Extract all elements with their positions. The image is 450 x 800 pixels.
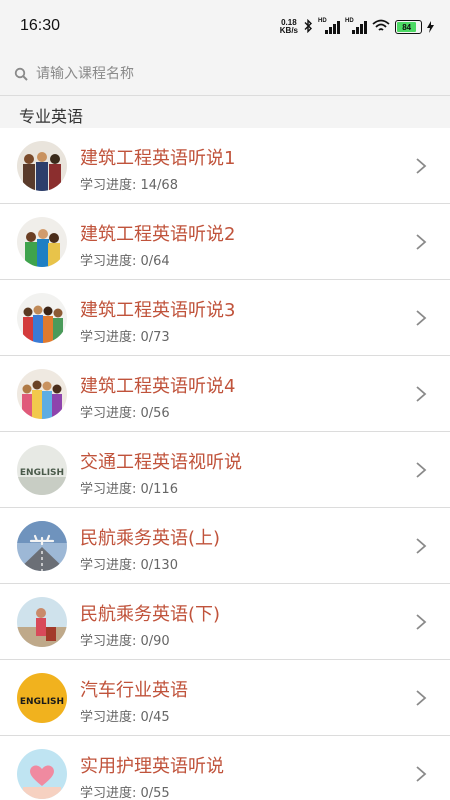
battery-level: 84 bbox=[402, 22, 412, 32]
group-photo-icon bbox=[17, 217, 67, 267]
course-item[interactable]: 建筑工程英语听说4 学习进度: 0/56 bbox=[0, 356, 450, 432]
group-photo-icon bbox=[17, 369, 67, 419]
group-photo-icon bbox=[17, 141, 67, 191]
status-icons: 0.18 KB/s HD HD 84 bbox=[280, 18, 434, 36]
group-photo-icon bbox=[17, 293, 67, 343]
chevron-right-icon bbox=[414, 308, 428, 328]
course-progress: 学习进度: 0/130 bbox=[80, 558, 178, 573]
course-item[interactable]: 实用护理英语听说 学习进度: 0/55 bbox=[0, 736, 450, 800]
course-progress: 学习进度: 0/55 bbox=[80, 786, 170, 800]
industry-english-icon: ENGLISH bbox=[17, 673, 67, 723]
course-progress: 学习进度: 0/73 bbox=[80, 330, 170, 345]
course-title: 民航乘务英语(下) bbox=[80, 604, 221, 625]
course-progress: 学习进度: 0/90 bbox=[80, 634, 170, 649]
course-title: 实用护理英语听说 bbox=[80, 756, 224, 777]
english-text-icon: ENGLISH bbox=[17, 445, 67, 495]
course-progress: 学习进度: 0/56 bbox=[80, 406, 170, 421]
course-progress: 学习进度: 0/116 bbox=[80, 482, 178, 497]
battery-icon: 84 bbox=[395, 20, 422, 34]
section-header: 专业英语 bbox=[0, 96, 450, 128]
course-item[interactable]: 建筑工程英语听说2 学习进度: 0/64 bbox=[0, 204, 450, 280]
course-list: 建筑工程英语听说1 学习进度: 14/68 建筑工程英语听说2 学习进度: 0/… bbox=[0, 128, 450, 800]
course-item[interactable]: 建筑工程英语听说1 学习进度: 14/68 bbox=[0, 128, 450, 204]
course-title: 建筑工程英语听说3 bbox=[80, 300, 236, 321]
battery-fill: 84 bbox=[397, 22, 417, 32]
chevron-right-icon bbox=[414, 232, 428, 252]
chevron-right-icon bbox=[414, 612, 428, 632]
heart-hands-icon bbox=[17, 749, 67, 799]
status-bar: 16:30 0.18 KB/s HD HD 84 bbox=[0, 0, 450, 52]
chevron-right-icon bbox=[414, 688, 428, 708]
signal-icon-2: HD bbox=[345, 18, 367, 34]
chevron-right-icon bbox=[414, 764, 428, 784]
network-speed: 0.18 KB/s bbox=[280, 19, 298, 35]
course-progress: 学习进度: 14/68 bbox=[80, 178, 178, 193]
english-text-label: ENGLISH bbox=[20, 468, 64, 478]
course-item[interactable]: 建筑工程英语听说3 学习进度: 0/73 bbox=[0, 280, 450, 356]
course-item[interactable]: ENGLISH 汽车行业英语 学习进度: 0/45 bbox=[0, 660, 450, 736]
course-title: 汽车行业英语 bbox=[80, 680, 188, 701]
wifi-icon bbox=[372, 18, 390, 37]
chevron-right-icon bbox=[414, 384, 428, 404]
bluetooth-icon bbox=[303, 18, 313, 37]
chevron-right-icon bbox=[414, 536, 428, 556]
network-speed-unit: KB/s bbox=[279, 26, 298, 35]
signal-icon: HD bbox=[318, 18, 340, 34]
search-bar bbox=[0, 52, 450, 96]
course-title: 建筑工程英语听说1 bbox=[80, 148, 236, 169]
airplane-runway-icon bbox=[17, 521, 67, 571]
chevron-right-icon bbox=[414, 156, 428, 176]
course-item[interactable]: 民航乘务英语(上) 学习进度: 0/130 bbox=[0, 508, 450, 584]
industry-english-text: ENGLISH bbox=[20, 697, 64, 707]
course-progress: 学习进度: 0/45 bbox=[80, 710, 170, 725]
course-item[interactable]: ENGLISH 交通工程英语视听说 学习进度: 0/116 bbox=[0, 432, 450, 508]
course-title: 建筑工程英语听说4 bbox=[80, 376, 236, 397]
course-title: 建筑工程英语听说2 bbox=[80, 224, 236, 245]
search-input[interactable] bbox=[36, 60, 436, 88]
course-title: 交通工程英语视听说 bbox=[80, 452, 242, 473]
status-time: 16:30 bbox=[20, 17, 61, 34]
course-item[interactable]: 民航乘务英语(下) 学习进度: 0/90 bbox=[0, 584, 450, 660]
chevron-right-icon bbox=[414, 460, 428, 480]
section-title: 专业英语 bbox=[19, 107, 84, 126]
course-title: 民航乘务英语(上) bbox=[80, 528, 221, 549]
charging-icon bbox=[427, 18, 434, 37]
course-progress: 学习进度: 0/64 bbox=[80, 254, 170, 269]
flight-attendant-icon bbox=[17, 597, 67, 647]
search-icon bbox=[14, 66, 28, 81]
